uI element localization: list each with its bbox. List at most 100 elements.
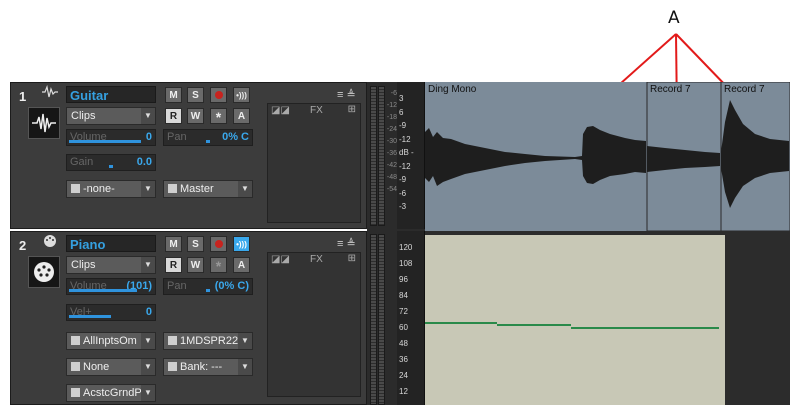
pan-marker <box>206 140 210 143</box>
output-dropdown[interactable]: Master ▼ <box>163 180 253 198</box>
read-automation-button[interactable]: R <box>165 108 182 124</box>
volume-slider[interactable]: Volume 0 <box>66 129 156 146</box>
fx-bin[interactable]: ◪◪ FX ⊞ <box>267 103 361 223</box>
waveform-icon[interactable] <box>28 107 60 139</box>
midi-clip[interactable] <box>425 235 725 405</box>
midi-note[interactable] <box>497 324 571 326</box>
freeze-button[interactable]: * <box>210 108 227 125</box>
velocity-slider[interactable]: Vel+ 0 <box>66 304 156 321</box>
chevron-down-icon: ▼ <box>238 181 252 197</box>
volume-fill <box>69 289 137 292</box>
track-menu-icon[interactable]: ≡ ≜ <box>337 88 356 101</box>
output-port-icon <box>168 336 177 345</box>
fx-add-icon[interactable]: ⊞ <box>348 253 356 264</box>
write-automation-button[interactable]: W <box>187 257 204 273</box>
bank-value: Bank: --- <box>180 361 223 373</box>
solo-button[interactable]: S <box>187 87 204 103</box>
write-automation-button[interactable]: W <box>187 108 204 124</box>
db-ruler-label: 6 <box>399 107 404 117</box>
gain-marker <box>109 165 113 168</box>
input-dropdown[interactable]: AllInptsOm ▼ <box>66 332 156 350</box>
output-dropdown[interactable]: 1MDSPR22C ▼ <box>163 332 253 350</box>
channel-dropdown[interactable]: None ▼ <box>66 358 156 376</box>
archive-button[interactable]: A <box>233 108 250 124</box>
read-automation-button[interactable]: R <box>165 257 182 273</box>
meter-scale-label: -30 <box>386 138 397 145</box>
pan-slider[interactable]: Pan 0% C <box>163 129 253 146</box>
record-arm-button[interactable] <box>210 87 227 103</box>
solo-button[interactable]: S <box>187 236 204 252</box>
gain-slider[interactable]: Gain 0.0 <box>66 154 156 171</box>
track-view-dropdown[interactable]: Clips ▼ <box>66 256 156 274</box>
chevron-down-icon: ▼ <box>238 333 252 349</box>
meter-scale-label: -48 <box>386 174 397 181</box>
chevron-down-icon: ▼ <box>141 108 155 124</box>
pan-label: Pan <box>167 131 187 143</box>
chevron-down-icon: ▼ <box>141 385 155 401</box>
mute-button[interactable]: M <box>165 87 182 103</box>
input-value: -none- <box>83 183 115 195</box>
track-name[interactable]: Piano <box>66 235 156 252</box>
archive-button[interactable]: A <box>233 257 250 273</box>
fx-header: ◪◪ FX ⊞ <box>268 253 360 267</box>
fx-label: FX <box>310 105 323 116</box>
note-ruler-label: 108 <box>399 259 413 268</box>
mute-button[interactable]: M <box>165 236 182 252</box>
chevron-down-icon: ▼ <box>141 359 155 375</box>
output-value: Master <box>180 183 214 195</box>
midi-clip-lane[interactable] <box>425 231 790 405</box>
freeze-button[interactable]: * <box>210 257 227 274</box>
db-ruler-label: 3 <box>399 94 404 103</box>
channel-value: None <box>83 361 110 373</box>
clip-label: Record 7 <box>724 84 765 95</box>
track-name[interactable]: Guitar <box>66 86 156 103</box>
meter-scale-label: -36 <box>386 150 397 157</box>
input-echo-button[interactable]: •))) <box>233 87 250 103</box>
fx-header: ◪◪ FX ⊞ <box>268 104 360 118</box>
note-ruler-label: 60 <box>399 323 408 332</box>
input-echo-button[interactable]: •))) <box>233 236 250 252</box>
fx-bin[interactable]: ◪◪ FX ⊞ <box>267 252 361 397</box>
meter-scale-label: -54 <box>386 186 397 193</box>
gain-label: Gain <box>70 156 94 168</box>
patch-dropdown[interactable]: AcstcGrndP ▼ <box>66 384 156 402</box>
fx-add-icon[interactable]: ⊞ <box>348 104 356 115</box>
chevron-down-icon: ▼ <box>141 333 155 349</box>
input-port-icon <box>71 184 80 193</box>
pan-marker <box>206 289 210 292</box>
db-ruler-label: -9 <box>399 175 407 184</box>
track-view-dropdown[interactable]: Clips ▼ <box>66 107 156 125</box>
note-ruler-label: 24 <box>399 371 408 380</box>
audio-db-ruler: 3 6 -9 -12 dB - -12 -9 -6 -3 <box>397 82 425 229</box>
meter-scale-label: -18 <box>386 114 397 121</box>
output-value: 1MDSPR22C <box>180 335 247 347</box>
midi-plug-icon[interactable] <box>28 256 60 288</box>
midi-note-ruler: 120 108 96 84 72 60 48 36 24 12 <box>397 231 425 405</box>
fx-move-icon[interactable]: ◪◪ <box>271 254 290 265</box>
midi-note[interactable] <box>571 327 719 329</box>
meter-scale-label: -42 <box>386 162 397 169</box>
midi-track-type-icon <box>44 235 56 247</box>
fx-move-icon[interactable]: ◪◪ <box>271 105 290 116</box>
pan-slider[interactable]: Pan (0% C) <box>163 278 253 295</box>
chevron-down-icon: ▼ <box>238 359 252 375</box>
output-port-icon <box>168 184 177 193</box>
record-arm-button[interactable] <box>210 236 227 252</box>
midi-note[interactable] <box>425 322 497 324</box>
input-dropdown[interactable]: -none- ▼ <box>66 180 156 198</box>
note-ruler-label: 48 <box>399 339 408 348</box>
db-ruler-label: -3 <box>399 202 407 211</box>
bank-dropdown[interactable]: Bank: --- ▼ <box>163 358 253 376</box>
note-ruler-label: 36 <box>399 355 408 364</box>
track-menu-icon[interactable]: ≡ ≜ <box>337 237 356 250</box>
audio-clip-lane[interactable]: Ding Mono Record 7 Record 7 <box>425 82 790 231</box>
track-2-meter-left <box>370 234 377 405</box>
volume-slider[interactable]: Volume (101) <box>66 278 156 295</box>
note-ruler-label: 120 <box>399 243 413 252</box>
patch-value: AcstcGrndP <box>83 387 142 399</box>
note-ruler-label: 96 <box>399 275 408 284</box>
input-port-icon <box>71 336 80 345</box>
pan-value: 0% C <box>222 131 249 143</box>
velocity-value: 0 <box>145 306 152 318</box>
patch-icon <box>71 388 80 397</box>
